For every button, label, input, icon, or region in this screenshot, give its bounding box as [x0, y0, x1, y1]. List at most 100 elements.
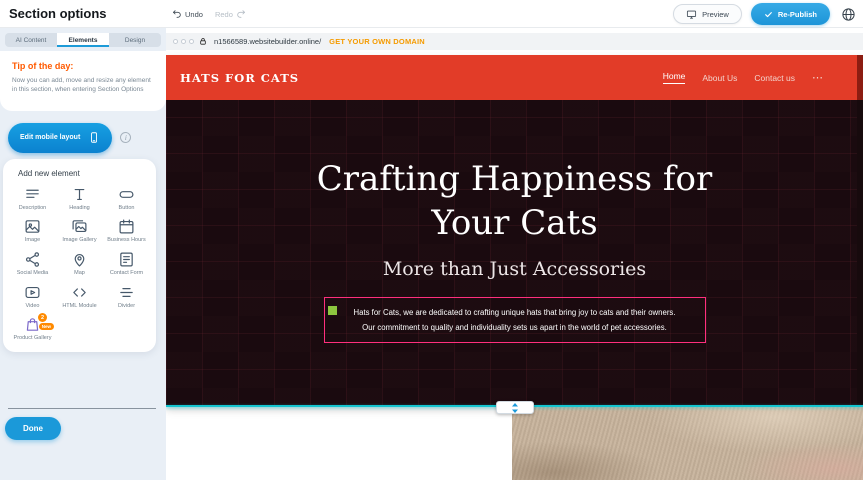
divider-icon: [118, 284, 135, 301]
window-dots: [173, 39, 194, 44]
undo-icon: [172, 9, 182, 19]
hero-subheading[interactable]: More than Just Accessories: [166, 258, 863, 280]
element-item-map[interactable]: Map: [56, 251, 103, 277]
element-item-divider[interactable]: Divider: [103, 284, 150, 310]
window-dot-icon: [181, 39, 186, 44]
undo-button[interactable]: Undo: [172, 9, 203, 19]
element-item-description[interactable]: Description: [9, 186, 56, 212]
check-icon: [764, 10, 773, 19]
redo-icon: [236, 9, 246, 19]
site-preview: HATS FOR CATS Home About Us Contact us ⋯…: [166, 55, 863, 406]
smartphone-icon: [88, 130, 100, 145]
business-hours-icon: [118, 218, 135, 235]
editor-canvas: n1566589.websitebuilder.online/ GET YOUR…: [166, 28, 863, 480]
globe-icon: [841, 7, 856, 22]
element-item-social-media[interactable]: Social Media: [9, 251, 56, 277]
preview-button[interactable]: Preview: [673, 4, 742, 24]
sidebar-divider: [8, 408, 156, 409]
topbar: Section options Undo Redo Preview: [0, 0, 863, 28]
element-item-video[interactable]: Video: [9, 284, 56, 310]
tip-of-the-day: Tip of the day: Now you can add, move an…: [0, 51, 166, 111]
element-label: HTML Module: [62, 303, 96, 310]
element-item-business-hours[interactable]: Business Hours: [103, 218, 150, 244]
site-header[interactable]: HATS FOR CATS Home About Us Contact us ⋯: [166, 55, 863, 100]
site-nav: Home About Us Contact us ⋯: [663, 71, 823, 84]
tab-elements[interactable]: Elements: [57, 33, 109, 47]
hero-heading-line1: Crafting Happiness for: [166, 158, 863, 202]
site-url: n1566589.websitebuilder.online/: [214, 37, 321, 46]
hero-paragraph-line1: Hats for Cats, we are dedicated to craft…: [333, 305, 697, 320]
element-item-heading[interactable]: Heading: [56, 186, 103, 212]
image-gallery-icon: [71, 218, 88, 235]
hero-section[interactable]: Crafting Happiness for Your Cats More th…: [166, 100, 863, 406]
element-label: Social Media: [17, 270, 49, 277]
element-label: Heading: [69, 205, 90, 212]
topbar-actions: Preview Re-Publish: [673, 0, 857, 28]
description-icon: [24, 186, 41, 203]
hero-paragraph-line2: Our commitment to quality and individual…: [333, 320, 697, 335]
element-label: Image Gallery: [62, 237, 96, 244]
button-icon: [118, 186, 135, 203]
code-icon: [71, 284, 88, 301]
add-element-panel: Add new element Description Heading Butt…: [3, 159, 156, 352]
hero-heading[interactable]: Crafting Happiness for Your Cats: [166, 100, 863, 245]
section-resize-handle[interactable]: [496, 401, 534, 414]
tab-design[interactable]: Design: [109, 33, 161, 47]
edit-mobile-label: Edit mobile layout: [20, 134, 80, 141]
sidebar: AI Content Elements Design Tip of the da…: [0, 28, 166, 480]
element-item-contact-form[interactable]: Contact Form: [103, 251, 150, 277]
add-element-title: Add new element: [18, 169, 150, 178]
redo-label: Redo: [215, 10, 233, 19]
tab-ai-content[interactable]: AI Content: [5, 33, 57, 47]
done-button[interactable]: Done: [5, 417, 61, 440]
element-label: Product Gallery: [14, 335, 52, 342]
window-dot-icon: [189, 39, 194, 44]
edit-mobile-row: Edit mobile layout i: [8, 123, 158, 153]
edit-mobile-layout-button[interactable]: Edit mobile layout: [8, 123, 112, 153]
page-title: Section options: [9, 6, 107, 21]
window-dot-icon: [173, 39, 178, 44]
element-label: Divider: [118, 303, 135, 310]
undo-redo-group: Undo Redo: [172, 0, 246, 28]
element-item-product-gallery[interactable]: 2 New Product Gallery: [9, 316, 56, 342]
get-domain-link[interactable]: GET YOUR OWN DOMAIN: [329, 37, 425, 46]
element-label: Map: [74, 270, 85, 277]
app-root: Section options Undo Redo Preview: [0, 0, 863, 480]
element-item-image-gallery[interactable]: Image Gallery: [56, 218, 103, 244]
nav-home[interactable]: Home: [663, 71, 686, 84]
tip-title: Tip of the day:: [12, 61, 154, 71]
element-item-button[interactable]: Button: [103, 186, 150, 212]
element-label: Contact Form: [110, 270, 143, 277]
element-label: Button: [119, 205, 135, 212]
lock-icon: [199, 37, 207, 46]
count-badge: 2: [38, 313, 47, 322]
heading-icon: [71, 186, 88, 203]
element-item-image[interactable]: Image: [9, 218, 56, 244]
text-element-selected[interactable]: Hats for Cats, we are dedicated to craft…: [324, 297, 706, 343]
language-globe-button[interactable]: [839, 5, 857, 23]
preview-label: Preview: [702, 10, 729, 19]
nav-more-button[interactable]: ⋯: [812, 71, 823, 84]
monitor-icon: [686, 9, 697, 20]
site-logo[interactable]: HATS FOR CATS: [180, 71, 299, 85]
image-icon: [24, 218, 41, 235]
next-section-image[interactable]: [512, 406, 863, 480]
info-icon[interactable]: i: [120, 132, 131, 143]
element-item-html-module[interactable]: HTML Module: [56, 284, 103, 310]
element-label: Video: [26, 303, 40, 310]
site-scrollbar[interactable]: [857, 55, 863, 406]
redo-button[interactable]: Redo: [215, 9, 246, 19]
resize-handle-green[interactable]: [328, 306, 337, 315]
new-badge: New: [39, 323, 54, 330]
up-down-arrows-icon: [511, 403, 519, 413]
contact-form-icon: [118, 251, 135, 268]
social-media-icon: [24, 251, 41, 268]
tip-body: Now you can add, move and resize any ele…: [12, 76, 154, 95]
nav-about-us[interactable]: About Us: [702, 73, 737, 83]
video-icon: [24, 284, 41, 301]
browser-bar: n1566589.websitebuilder.online/ GET YOUR…: [166, 33, 863, 50]
element-grid: Description Heading Button Image Image G: [9, 186, 150, 342]
nav-contact-us[interactable]: Contact us: [754, 73, 795, 83]
element-label: Description: [19, 205, 47, 212]
republish-button[interactable]: Re-Publish: [751, 3, 830, 25]
